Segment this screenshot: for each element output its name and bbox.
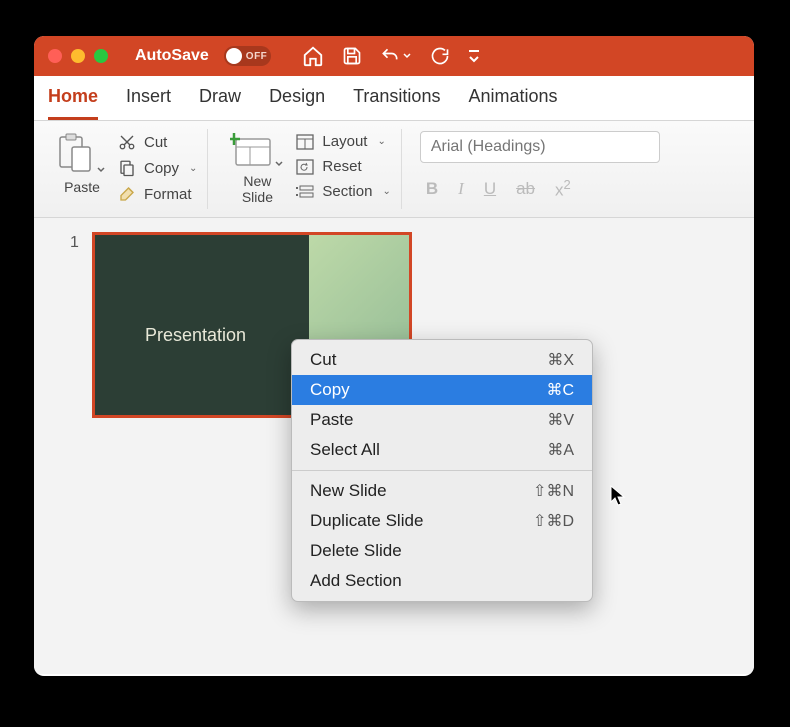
superscript-button[interactable]: x2 bbox=[555, 177, 571, 201]
menu-duplicate-slide[interactable]: Duplicate Slide ⇧⌘D bbox=[292, 506, 592, 536]
cursor-icon bbox=[610, 485, 628, 507]
autosave-label: AutoSave bbox=[135, 47, 209, 65]
menu-delete-slide[interactable]: Delete Slide bbox=[292, 536, 592, 566]
app-window: AutoSave OFF Home Insert bbox=[34, 36, 754, 676]
underline-button[interactable]: U bbox=[484, 179, 496, 199]
context-menu: Cut ⌘X Copy ⌘C Paste ⌘V Select All ⌘A N bbox=[291, 339, 593, 602]
tab-draw[interactable]: Draw bbox=[199, 86, 241, 120]
menu-add-section-label: Add Section bbox=[310, 571, 402, 591]
reset-button[interactable]: Reset bbox=[296, 158, 390, 175]
tab-insert[interactable]: Insert bbox=[126, 86, 171, 120]
menu-delete-slide-label: Delete Slide bbox=[310, 541, 402, 561]
menu-cut[interactable]: Cut ⌘X bbox=[292, 345, 592, 375]
layout-button[interactable]: Layout ⌄ bbox=[296, 133, 390, 150]
save-icon[interactable] bbox=[342, 46, 362, 66]
menu-duplicate-slide-label: Duplicate Slide bbox=[310, 511, 423, 531]
menu-paste[interactable]: Paste ⌘V bbox=[292, 405, 592, 435]
content-area: 1 Presentation Cut ⌘X Copy ⌘C Paste bbox=[34, 218, 754, 674]
cut-button[interactable]: Cut bbox=[118, 133, 197, 151]
copy-label: Copy bbox=[144, 160, 179, 177]
clipboard-group: Paste Cut Copy ⌄ Format bbox=[44, 129, 208, 209]
autosave-knob bbox=[226, 48, 242, 64]
slide-thumbnail-panel: 1 Presentation Cut ⌘X Copy ⌘C Paste bbox=[34, 218, 754, 674]
new-slide-button[interactable]: New Slide bbox=[226, 131, 288, 207]
menu-select-all[interactable]: Select All ⌘A bbox=[292, 435, 592, 465]
slide-number: 1 bbox=[70, 234, 79, 252]
slides-group: New Slide Layout ⌄ Reset Section ⌄ bbox=[216, 129, 401, 209]
redo-icon[interactable] bbox=[430, 46, 450, 66]
chevron-down-icon: ⌄ bbox=[377, 136, 385, 147]
window-controls bbox=[48, 49, 108, 63]
tab-home[interactable]: Home bbox=[48, 86, 98, 120]
menu-duplicate-slide-shortcut: ⇧⌘D bbox=[533, 511, 574, 531]
copy-button[interactable]: Copy ⌄ bbox=[118, 159, 197, 177]
layout-label: Layout bbox=[322, 133, 367, 150]
italic-button[interactable]: I bbox=[458, 179, 464, 199]
paste-button[interactable]: Paste bbox=[54, 131, 110, 197]
maximize-window-button[interactable] bbox=[94, 49, 108, 63]
paste-label: Paste bbox=[64, 179, 100, 195]
autosave-toggle[interactable]: OFF bbox=[224, 46, 272, 66]
strikethrough-button[interactable]: ab bbox=[516, 179, 535, 199]
chevron-down-icon: ⌄ bbox=[382, 186, 390, 197]
tab-animations[interactable]: Animations bbox=[468, 86, 557, 120]
home-icon[interactable] bbox=[302, 45, 324, 67]
autosave-state: OFF bbox=[246, 51, 268, 62]
menu-paste-shortcut: ⌘V bbox=[547, 410, 574, 430]
reset-label: Reset bbox=[322, 158, 361, 175]
menu-copy-label: Copy bbox=[310, 380, 350, 400]
ribbon-tabs: Home Insert Draw Design Transitions Anim… bbox=[34, 76, 754, 121]
menu-select-all-label: Select All bbox=[310, 440, 380, 460]
font-group: B I U ab x2 bbox=[410, 129, 670, 209]
titlebar: AutoSave OFF bbox=[34, 36, 754, 76]
font-family-input[interactable] bbox=[420, 131, 660, 163]
bold-button[interactable]: B bbox=[426, 179, 438, 199]
format-label: Format bbox=[144, 186, 192, 203]
ribbon: Paste Cut Copy ⌄ Format bbox=[34, 121, 754, 218]
menu-copy[interactable]: Copy ⌘C bbox=[292, 375, 592, 405]
menu-new-slide-shortcut: ⇧⌘N bbox=[533, 481, 574, 501]
menu-cut-label: Cut bbox=[310, 350, 336, 370]
menu-cut-shortcut: ⌘X bbox=[547, 350, 574, 370]
new-slide-label: New Slide bbox=[242, 173, 273, 205]
undo-group[interactable] bbox=[380, 46, 412, 66]
format-painter-button[interactable]: Format bbox=[118, 185, 197, 203]
menu-paste-label: Paste bbox=[310, 410, 353, 430]
close-window-button[interactable] bbox=[48, 49, 62, 63]
tab-transitions[interactable]: Transitions bbox=[353, 86, 440, 120]
qat-more-icon[interactable] bbox=[468, 48, 480, 64]
section-button[interactable]: Section ⌄ bbox=[296, 183, 390, 200]
menu-select-all-shortcut: ⌘A bbox=[547, 440, 574, 460]
cut-label: Cut bbox=[144, 134, 167, 151]
quick-access-toolbar bbox=[302, 45, 480, 67]
section-label: Section bbox=[322, 183, 372, 200]
minimize-window-button[interactable] bbox=[71, 49, 85, 63]
menu-add-section[interactable]: Add Section bbox=[292, 566, 592, 596]
menu-copy-shortcut: ⌘C bbox=[546, 380, 574, 400]
menu-new-slide[interactable]: New Slide ⇧⌘N bbox=[292, 476, 592, 506]
menu-separator bbox=[292, 470, 592, 471]
tab-design[interactable]: Design bbox=[269, 86, 325, 120]
chevron-down-icon: ⌄ bbox=[189, 163, 197, 174]
font-format-row: B I U ab x2 bbox=[420, 177, 571, 201]
menu-new-slide-label: New Slide bbox=[310, 481, 387, 501]
slide-title-text: Presentation bbox=[145, 325, 246, 346]
